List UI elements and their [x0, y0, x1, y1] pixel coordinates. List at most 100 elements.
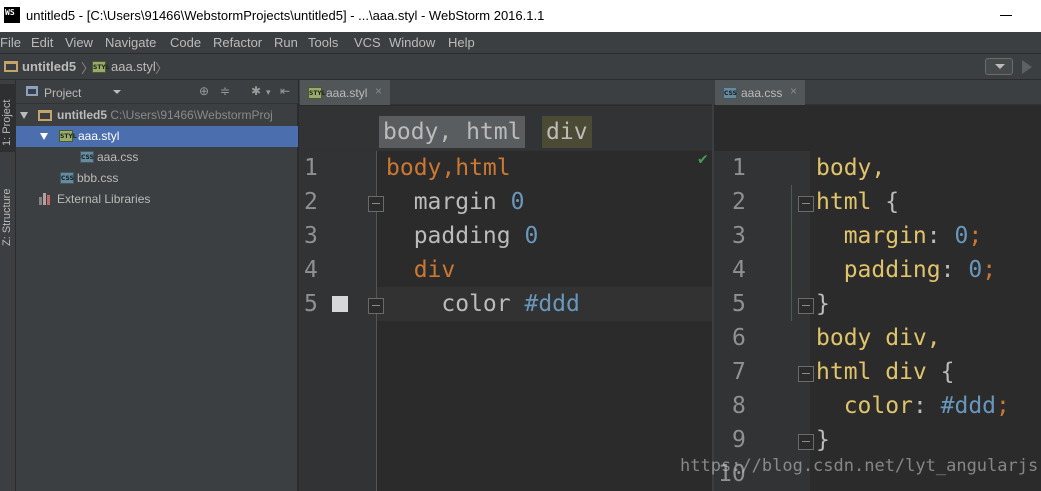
- menu-window[interactable]: Window: [389, 35, 435, 50]
- menu-edit[interactable]: Edit: [31, 35, 53, 50]
- code-line[interactable]: body,html: [386, 151, 511, 185]
- tree-item-label: aaa.styl: [78, 129, 120, 143]
- minimize-button[interactable]: [1000, 15, 1012, 16]
- gear-icon[interactable]: ✱: [251, 84, 261, 98]
- run-config-dropdown[interactable]: [985, 58, 1013, 75]
- code-token: html: [816, 189, 886, 215]
- code-line[interactable]: padding: 0;: [816, 253, 996, 287]
- fold-marker-icon[interactable]: [798, 196, 814, 212]
- code-breadcrumb-selector[interactable]: div: [542, 116, 592, 148]
- close-icon[interactable]: ×: [790, 84, 797, 98]
- line-number: 2: [304, 189, 318, 215]
- code-token: #ddd: [524, 291, 580, 317]
- code-token: margin: [816, 223, 927, 249]
- tree-item-untitled5[interactable]: untitled5 C:\Users\91466\WebstormProj: [16, 105, 298, 126]
- tool-tab-structure[interactable]: Z: Structure: [0, 170, 16, 250]
- code-token: }: [816, 427, 830, 453]
- chevron-down-icon[interactable]: [113, 90, 121, 94]
- code-line[interactable]: div: [386, 253, 456, 287]
- color-preview-icon[interactable]: [332, 296, 348, 312]
- code-token: :: [940, 257, 969, 283]
- fold-marker-icon[interactable]: [798, 434, 814, 450]
- collapse-icon[interactable]: ≑: [220, 84, 230, 98]
- menu-refactor[interactable]: Refactor: [213, 35, 262, 50]
- code-token: color: [816, 393, 913, 419]
- tree-item-label: bbb.css: [77, 171, 119, 185]
- project-view-selector[interactable]: Project: [44, 86, 81, 100]
- code-line[interactable]: }: [816, 287, 830, 321]
- window-title: untitled5 - [C:\Users\91466\WebstormProj…: [26, 8, 545, 23]
- sync-icon[interactable]: ⊕: [199, 84, 209, 98]
- menu-code[interactable]: Code: [170, 35, 201, 50]
- menu-run[interactable]: Run: [274, 35, 298, 50]
- code-token: body div,: [816, 325, 941, 351]
- code-breadcrumb-selector[interactable]: body, html: [379, 116, 526, 148]
- folder-icon: [4, 61, 18, 72]
- check-icon: ✔: [697, 152, 709, 168]
- code-line[interactable]: html {: [816, 185, 899, 219]
- project-path: C:\Users\91466\WebstormProj: [110, 108, 273, 122]
- stylus-file-icon: STYL: [59, 130, 77, 142]
- tree-item-label: External Libraries: [57, 192, 151, 206]
- window-title-bar: WS untitled5 - [C:\Users\91466\WebstormP…: [0, 0, 1041, 32]
- code-line[interactable]: color #ddd: [386, 287, 580, 321]
- tab-aaa-css[interactable]: CSS aaa.css ×: [715, 80, 805, 105]
- code-line[interactable]: color: #ddd;: [816, 389, 1010, 423]
- code-token: body,html: [386, 155, 511, 181]
- line-number: 2: [732, 189, 746, 215]
- breadcrumb-project[interactable]: untitled5: [22, 59, 76, 74]
- project-panel-header: Project ⊕ ≑ ✱ ▾ ⇤: [16, 80, 298, 104]
- stylus-file-icon: STYL: [92, 61, 110, 73]
- line-number: 1: [732, 155, 746, 181]
- tab-aaa-styl[interactable]: STYL aaa.styl ×: [300, 80, 390, 105]
- tree-item-label: aaa.css: [97, 150, 139, 164]
- code-line[interactable]: body div,: [816, 321, 941, 355]
- stylus-file-icon: STYL: [308, 87, 326, 99]
- code-line[interactable]: html div {: [816, 355, 954, 389]
- code-line[interactable]: margin 0: [386, 185, 525, 219]
- close-icon[interactable]: ×: [375, 84, 382, 98]
- code-token: 0: [510, 189, 525, 215]
- code-token: {: [940, 359, 955, 385]
- fold-marker-icon[interactable]: [798, 298, 814, 314]
- expand-arrow-icon[interactable]: [20, 112, 28, 119]
- fold-marker-icon[interactable]: [798, 366, 814, 382]
- tree-item-aaa-styl[interactable]: STYL aaa.styl: [16, 126, 298, 147]
- breadcrumb-file[interactable]: aaa.styl: [111, 59, 156, 74]
- menu-bar: File Edit View Navigate Code Refactor Ru…: [0, 32, 1041, 53]
- code-token: margin: [386, 189, 511, 215]
- fold-marker-icon[interactable]: [368, 298, 384, 314]
- folder-icon: [38, 110, 52, 121]
- menu-tools[interactable]: Tools: [308, 35, 338, 50]
- menu-vcs[interactable]: VCS: [354, 35, 381, 50]
- expand-arrow-icon[interactable]: [40, 133, 48, 140]
- menu-view[interactable]: View: [65, 35, 93, 50]
- tree-item-external-libraries[interactable]: External Libraries: [16, 189, 298, 210]
- menu-file[interactable]: File: [0, 35, 21, 50]
- code-line[interactable]: body,: [816, 151, 885, 185]
- hide-panel-icon[interactable]: ⇤: [280, 84, 290, 98]
- brace-match-line: [791, 185, 792, 321]
- tree-item-bbb-css[interactable]: CSS bbb.css: [16, 168, 298, 189]
- code-breadcrumbs: body, html div: [299, 106, 712, 151]
- tree-item-aaa-css[interactable]: CSS aaa.css: [16, 147, 298, 168]
- code-line[interactable]: margin: 0;: [816, 219, 983, 253]
- code-token: html div: [816, 359, 941, 385]
- line-number: 8: [732, 393, 746, 419]
- run-play-icon[interactable]: [1022, 60, 1032, 74]
- code-line[interactable]: }: [816, 423, 830, 457]
- code-token: {: [885, 189, 900, 215]
- code-line[interactable]: padding 0: [386, 219, 539, 253]
- css-file-icon: CSS: [80, 151, 94, 163]
- tool-tab-project[interactable]: 1: Project: [0, 84, 16, 152]
- editor-pane-css: CSS aaa.css × 1 2 3 4 5 6 7 8 9 10 body,…: [714, 80, 1041, 491]
- code-token: }: [816, 291, 830, 317]
- tool-window-stripe: 1: Project Z: Structure: [0, 80, 16, 491]
- gear-dropdown-icon[interactable]: ▾: [266, 87, 271, 98]
- menu-help[interactable]: Help: [448, 35, 475, 50]
- code-token: 0: [954, 223, 969, 249]
- code-token: body,: [816, 155, 886, 181]
- fold-marker-icon[interactable]: [368, 196, 384, 212]
- menu-navigate[interactable]: Navigate: [105, 35, 156, 50]
- line-gutter: [714, 151, 810, 491]
